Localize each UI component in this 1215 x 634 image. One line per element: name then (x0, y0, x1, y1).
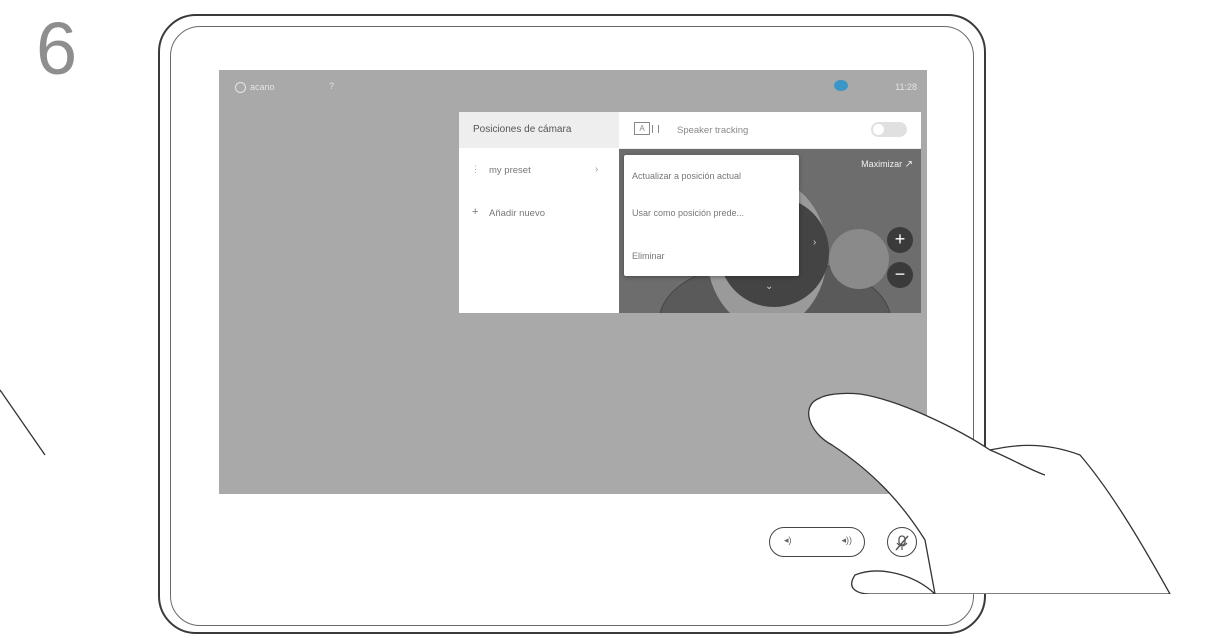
preset-label: my preset (489, 165, 531, 176)
mic-slash-icon (895, 534, 909, 551)
volume-control[interactable]: ◂) ◂)) (769, 527, 865, 557)
status-bar: acano ? 11:28 (219, 70, 927, 104)
panel-title: Posiciones de cámara (473, 124, 572, 135)
camera-presets-panel: Posiciones de cámara ⋮ my preset › + Aña… (459, 112, 921, 313)
tilt-down-icon[interactable]: ⌄ (765, 281, 773, 292)
menu-item-update-position[interactable]: Actualizar a posición actual (632, 171, 741, 181)
speaker-tracking-label: Speaker tracking (677, 125, 749, 136)
pan-right-icon[interactable]: › (813, 237, 816, 248)
maximize-label: Maximizar (861, 159, 903, 169)
maximize-icon: ↗ (904, 159, 913, 170)
zoom-out-button[interactable]: − (887, 262, 913, 288)
zoom-in-button[interactable]: + (887, 227, 913, 253)
presence-status-icon (834, 80, 848, 91)
panel-header: Posiciones de cámara (459, 112, 619, 148)
speaker-tracking-icon: A (634, 122, 650, 135)
mute-microphone-button[interactable] (887, 527, 917, 557)
speaker-tracking-icon-bars (652, 125, 659, 133)
chevron-right-icon[interactable]: › (595, 164, 598, 175)
volume-up-icon[interactable]: ◂)) (841, 535, 852, 546)
globe-icon (235, 82, 246, 93)
touch-screen: acano ? 11:28 Posiciones de cámara ⋮ my … (219, 70, 927, 494)
maximize-button[interactable]: Maximizar ↗ (861, 159, 913, 170)
info-icon[interactable]: ? (329, 81, 334, 91)
menu-item-set-default[interactable]: Usar como posición prede... (632, 208, 744, 218)
preset-list-item[interactable]: ⋮ my preset › (459, 162, 619, 182)
speaker-tracking-toggle[interactable] (871, 122, 907, 137)
preview-background-shape (829, 229, 889, 289)
add-preset-label: Añadir nuevo (489, 208, 545, 219)
preset-context-menu: Actualizar a posición actual Usar como p… (624, 155, 799, 276)
volume-down-icon[interactable]: ◂) (784, 535, 792, 546)
plus-icon: + (472, 206, 479, 218)
speaker-tracking-row: A Speaker tracking (619, 112, 921, 149)
device-name: acano (250, 82, 275, 92)
menu-item-delete[interactable]: Eliminar (632, 251, 665, 261)
clock: 11:28 (895, 82, 917, 92)
add-preset-button[interactable]: + Añadir nuevo (459, 204, 619, 224)
drag-handle-icon[interactable]: ⋮ (471, 164, 480, 175)
step-number: 6 (36, 7, 78, 90)
toggle-knob (873, 124, 884, 135)
